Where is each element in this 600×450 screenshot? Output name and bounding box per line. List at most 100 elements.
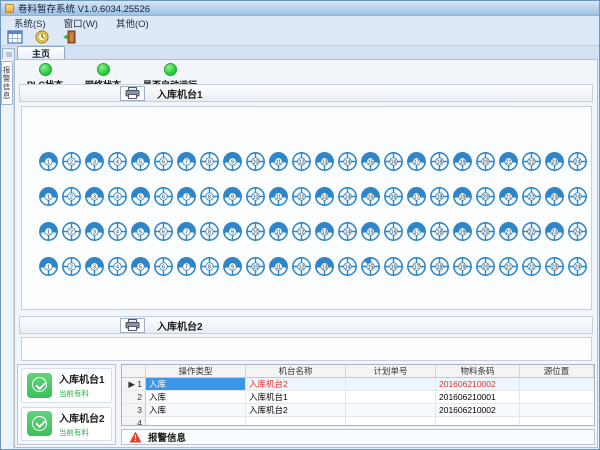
reel-slot-7-full: 7 <box>176 151 197 172</box>
card-status: 当前有料 <box>59 388 105 399</box>
table-cell[interactable] <box>520 404 594 416</box>
card-title: 入库机台1 <box>59 371 105 386</box>
machine1-title: 入库机台1 <box>157 86 203 101</box>
svg-text:13: 13 <box>322 264 328 270</box>
reel-slot-4-empty: 4 <box>107 221 128 242</box>
auto-run-status-light <box>164 63 177 76</box>
reel-slot-8-empty: 8 <box>199 151 220 172</box>
reel-slot-9-full: 9 <box>222 186 243 207</box>
reel-slot-6-empty: 6 <box>153 151 174 172</box>
column-header: 操作类型 <box>146 365 246 377</box>
reel-slot-20-empty: 20 <box>475 186 496 207</box>
svg-text:8: 8 <box>208 229 211 235</box>
table-cell[interactable]: 入库机台1 <box>246 391 346 403</box>
reel-slot-17-full: 17 <box>406 221 427 242</box>
row-header-cell <box>122 365 146 377</box>
tab-home[interactable]: 主页 <box>17 46 65 59</box>
reel-slot-6-empty: 6 <box>153 256 174 277</box>
reel-slot-2-empty: 2 <box>61 221 82 242</box>
table-row[interactable]: 2入库入库机台1201606210001 <box>122 391 594 404</box>
dock-mini-tab[interactable] <box>2 48 15 59</box>
svg-text:9: 9 <box>231 229 234 235</box>
table-cell[interactable] <box>346 378 436 390</box>
svg-text:10: 10 <box>253 264 259 270</box>
table-cell[interactable]: 201606210001 <box>436 391 520 403</box>
exit-button[interactable] <box>58 29 80 45</box>
table-cell[interactable] <box>346 417 436 426</box>
reel-slot-22-empty: 22 <box>521 256 542 277</box>
reel-slot-2-empty: 2 <box>61 151 82 172</box>
table-cell[interactable] <box>346 404 436 416</box>
svg-text:9: 9 <box>231 159 234 165</box>
svg-text:13: 13 <box>322 194 328 200</box>
reel-slot-22-empty: 22 <box>521 151 542 172</box>
svg-text:4: 4 <box>116 229 119 235</box>
table-cell[interactable]: 入库 <box>146 378 246 390</box>
menu-other[interactable]: 其他(O) <box>107 16 158 30</box>
reel-slot-10-empty: 10 <box>245 186 266 207</box>
tabstrip: 主页 <box>1 46 599 59</box>
clock-button[interactable] <box>31 29 53 45</box>
alarm-panel: ! 报警信息 <box>121 429 595 445</box>
svg-text:6: 6 <box>162 194 165 200</box>
reel-slot-19-full: 19 <box>452 186 473 207</box>
bottom-section: 入库机台1当前有料入库机台2当前有料 操作类型机台名称计划单号物料条码源位置▶ … <box>17 364 595 445</box>
svg-text:3: 3 <box>93 194 96 200</box>
printer-icon <box>125 319 140 331</box>
svg-text:15: 15 <box>368 229 374 235</box>
reel-slot-21-empty: 21 <box>498 256 519 277</box>
table-cell[interactable]: 入库机台2 <box>246 378 346 390</box>
svg-text:17: 17 <box>414 264 420 270</box>
svg-text:8: 8 <box>208 194 211 200</box>
reel-slot-4-empty: 4 <box>107 256 128 277</box>
svg-text:17: 17 <box>414 229 420 235</box>
table-cell[interactable] <box>520 391 594 403</box>
table-cell[interactable] <box>146 417 246 426</box>
svg-text:3: 3 <box>93 229 96 235</box>
svg-text:8: 8 <box>208 264 211 270</box>
task-table[interactable]: 操作类型机台名称计划单号物料条码源位置▶ 1入库入库机台220160621000… <box>121 364 595 426</box>
table-cell[interactable] <box>520 417 594 426</box>
svg-text:13: 13 <box>322 229 328 235</box>
dock-tab-alarm[interactable]: 报警信息 <box>1 61 13 105</box>
menu-system[interactable]: 系统(S) <box>5 16 55 30</box>
reel-slot-16-empty: 16 <box>383 186 404 207</box>
reel-slot-18-empty: 18 <box>429 256 450 277</box>
reel-slot-4-empty: 4 <box>107 151 128 172</box>
table-row[interactable]: 3入库入库机台2201606210002 <box>122 404 594 417</box>
table-row[interactable]: ▶ 1入库入库机台2 201606210002 <box>122 378 594 391</box>
table-cell[interactable] <box>520 378 594 390</box>
svg-text:20: 20 <box>483 229 489 235</box>
row-header-cell: ▶ 1 <box>122 378 146 390</box>
table-cell[interactable]: 201606210002 <box>436 404 520 416</box>
table-cell[interactable] <box>436 417 520 426</box>
svg-text:11: 11 <box>276 194 282 200</box>
print-button-machine2[interactable] <box>120 318 145 333</box>
table-cell[interactable]: 入库 <box>146 404 246 416</box>
svg-text:9: 9 <box>231 194 234 200</box>
table-cell[interactable]: 入库机台2 <box>246 404 346 416</box>
calendar-button[interactable] <box>4 29 26 45</box>
window-body: 报警信息 PLC状态网络状态是否自动运行 入库机台1 1234567891011… <box>1 59 599 449</box>
table-row[interactable]: 4 <box>122 417 594 426</box>
svg-text:3: 3 <box>93 159 96 165</box>
reel-slot-16-empty: 16 <box>383 256 404 277</box>
table-cell[interactable] <box>346 391 436 403</box>
svg-text:10: 10 <box>253 159 259 165</box>
reel-slot-12-empty: 12 <box>291 256 312 277</box>
table-cell[interactable]: 入库 <box>146 391 246 403</box>
reel-slot-25-full: 25 <box>590 186 592 207</box>
svg-text:20: 20 <box>483 264 489 270</box>
reel-slot-12-empty: 12 <box>291 151 312 172</box>
table-cell[interactable] <box>246 417 346 426</box>
reel-slot-21-full: 21 <box>498 221 519 242</box>
reel-slot-19-full: 19 <box>452 221 473 242</box>
menu-window[interactable]: 窗口(W) <box>55 16 107 30</box>
reel-slot-3-full: 3 <box>84 221 105 242</box>
reel-slot-20-empty: 20 <box>475 151 496 172</box>
print-button-machine1[interactable] <box>120 86 145 101</box>
check-icon <box>27 411 52 436</box>
svg-text:24: 24 <box>575 229 581 235</box>
table-cell[interactable]: 201606210002 <box>436 378 520 390</box>
svg-text:10: 10 <box>253 194 259 200</box>
